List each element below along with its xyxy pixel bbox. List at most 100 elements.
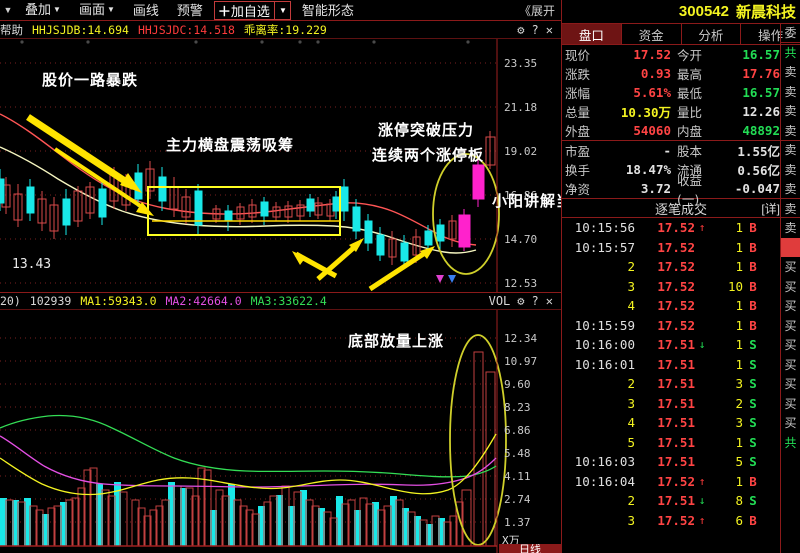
quote-row: 涨跌 0.93 最高 17.76 (562, 64, 800, 83)
orderbook-highlight-cell[interactable] (781, 237, 800, 257)
tick-volume: 8 (735, 493, 743, 509)
tick-row: 10:16:01 17.51 1 S (562, 355, 800, 375)
quote-label: 市盈 (565, 144, 591, 159)
chevron-down-icon: ▼ (53, 4, 61, 14)
orderbook-cell[interactable]: 买 (781, 355, 800, 375)
tick-side: S (749, 454, 757, 470)
orderbook-cell[interactable]: 买 (781, 257, 800, 277)
toolbar-item-alert[interactable]: 预警 (168, 0, 212, 21)
tab-orderbook[interactable]: 盘口 (562, 24, 622, 44)
tick-time: 2 (627, 493, 635, 509)
orderbook-cell[interactable]: 共 (781, 433, 800, 453)
quote-label: 最高 (677, 67, 703, 82)
divider (273, 0, 275, 20)
volume-chart[interactable]: 12.34 10.97 9.60 8.23 6.86 5.48 4.11 2.7… (0, 310, 561, 553)
toolbar-item-overlay[interactable]: 叠加 ▼ (16, 0, 70, 22)
annotation-price-tag: 13.43 (12, 257, 52, 272)
tick-row: 4 17.51 3 S (562, 413, 800, 433)
orderbook-cell[interactable]: 卖 (781, 218, 800, 238)
add-to-watchlist-button[interactable]: ＋ 加自选 ▼ (213, 0, 291, 20)
crash-arrow (26, 114, 142, 193)
orderbook-cell[interactable]: 卖 (781, 179, 800, 199)
low-point-arrow (316, 238, 364, 281)
tick-detail-link[interactable]: [详] (761, 200, 780, 217)
tick-time: 10:15:57 (574, 239, 635, 255)
orderbook-cell[interactable]: 卖 (781, 121, 800, 141)
orderbook-cell[interactable]: 卖 (781, 62, 800, 82)
tick-list[interactable]: 10:15:56 17.52 ↑ 1 B 10:15:57 17.52 1 B 2 17.52 1 B 3… (562, 218, 800, 530)
price-axis-tick: 21.18 (504, 101, 538, 114)
chevron-down-icon[interactable]: ▼ (279, 6, 287, 15)
tick-row: 10:16:03 17.51 5 S (562, 452, 800, 472)
tab-capital[interactable]: 资金 (622, 24, 682, 44)
volume-ma3: MA3:33622.4 (250, 294, 327, 308)
toolbar-item-smart-pattern[interactable]: 智能形态 (293, 0, 363, 21)
orderbook-cell[interactable]: 卖 (781, 82, 800, 102)
help-label[interactable]: 帮助 (0, 22, 23, 38)
tick-side: B (749, 278, 757, 294)
volume-axis-tick: 1.37 (504, 516, 531, 529)
tick-time: 10:16:01 (574, 356, 635, 372)
candlestick-chart[interactable]: 23.35 21.18 19.02 16.86 14.70 12.53 股价一路… (0, 39, 561, 292)
toolbar-item-layout-label: 画面 (78, 1, 105, 17)
volume-period: 20) (0, 294, 21, 308)
orderbook-cell[interactable]: 卖 (781, 101, 800, 121)
tick-volume: 1 (735, 337, 743, 353)
quote-value: 0.93 (640, 66, 671, 81)
tick-volume: 1 (735, 239, 743, 255)
gear-icon[interactable]: ⚙ (517, 23, 524, 37)
price-indicator-readout: 帮助 HHJSJDB:14.694 HHJSJDC:14.518 乖离率:19.… (0, 21, 561, 39)
tick-row: 10:16:04 17.52 ↑ 1 B (562, 472, 800, 492)
toolbar-item-layout[interactable]: 画面 ▼ (70, 0, 124, 22)
toolbar-left-caret-icon[interactable]: ▼ (0, 5, 16, 15)
tick-time: 3 (627, 278, 635, 294)
tick-row: 3 17.52 10 B (562, 277, 800, 297)
quote-panel: 300542 新晨科技 盘口 资金 分析 操作 现价 17.52 今开 16.5… (561, 0, 800, 553)
orderbook-cell[interactable]: 买 (781, 413, 800, 433)
gear-icon[interactable]: ⚙ (517, 294, 524, 308)
orderbook-cell[interactable]: 共 (781, 43, 800, 63)
toolbar-item-drawline[interactable]: 画线 (124, 0, 168, 21)
orderbook-cell[interactable]: 买 (781, 374, 800, 394)
tick-time: 3 (627, 395, 635, 411)
tick-volume: 1 (735, 220, 743, 236)
volume-value: 102939 (29, 294, 72, 308)
tick-time: 10:16:04 (574, 473, 635, 489)
quote-table: 现价 17.52 今开 16.57 涨跌 0.93 最高 17.76 涨幅 5.… (562, 45, 800, 207)
orderbook-strip[interactable]: 委共卖卖卖卖卖卖卖卖卖买买买买买买买买买共 (780, 23, 800, 553)
close-icon[interactable]: ✕ (546, 294, 553, 308)
help-icon[interactable]: ? (532, 23, 539, 37)
tick-row: 2 17.51 ↓ 8 S (562, 491, 800, 511)
orderbook-cell[interactable]: 卖 (781, 160, 800, 180)
close-icon[interactable]: ✕ (546, 23, 553, 37)
quote-label: 现价 (565, 48, 591, 63)
volume-axis-tick: 12.34 (504, 332, 538, 345)
tick-side: S (749, 434, 757, 450)
tick-direction-icon: ↑ (698, 221, 706, 235)
orderbook-cell[interactable]: 买 (781, 277, 800, 297)
orderbook-cell[interactable]: 卖 (781, 199, 800, 219)
orderbook-cell[interactable]: 买 (781, 316, 800, 336)
orderbook-cell[interactable]: 委 (781, 23, 800, 43)
price-panel-tools: ⚙ ? ✕ (517, 23, 561, 37)
stock-code: 300542 (678, 3, 729, 20)
orderbook-cell[interactable]: 卖 (781, 140, 800, 160)
tick-price: 17.52 (657, 298, 695, 314)
quote-label: 外盘 (565, 124, 591, 139)
orderbook-cell[interactable]: 买 (781, 335, 800, 355)
quote-value: 17.52 (633, 47, 671, 62)
orderbook-cell[interactable]: 买 (781, 296, 800, 316)
plus-icon: ＋ (217, 3, 231, 19)
price-tag-arrow (292, 251, 338, 279)
volume-panel-label: VOL (488, 294, 511, 308)
stock-name: 新晨科技 (735, 4, 796, 21)
orderbook-cell[interactable]: 买 (781, 394, 800, 414)
quote-label: 量比 (677, 105, 703, 120)
tab-daily-period[interactable]: 日线 (499, 544, 561, 553)
expand-panel-button[interactable]: 《展开 (519, 2, 561, 19)
help-icon[interactable]: ? (532, 294, 539, 308)
volume-axis-tick: 4.11 (504, 470, 531, 483)
tab-analysis[interactable]: 分析 (682, 24, 742, 44)
tick-side: B (749, 317, 757, 333)
tick-volume: 2 (735, 395, 743, 411)
